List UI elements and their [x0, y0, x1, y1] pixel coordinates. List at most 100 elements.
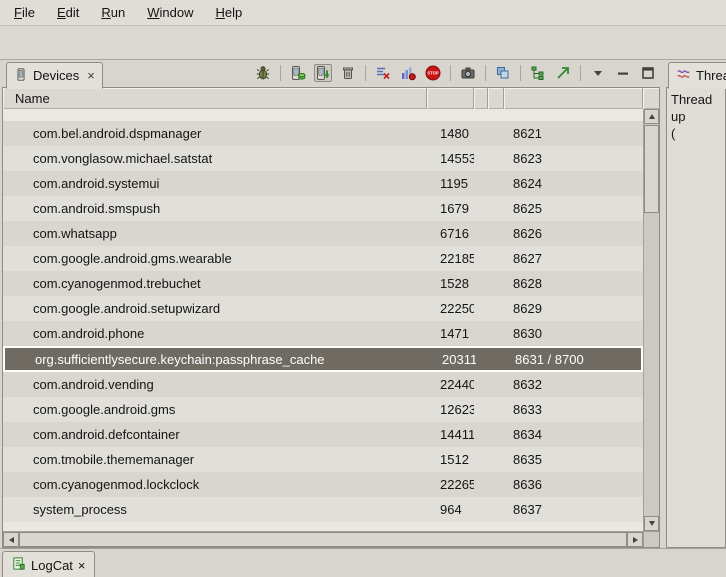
horizontal-scroll-thumb[interactable] [19, 532, 627, 547]
process-pid: 1195 [427, 176, 474, 191]
start-method-profiling-icon[interactable] [399, 64, 417, 82]
horizontal-scrollbar[interactable] [3, 531, 659, 547]
process-row[interactable]: system_process 964 8637 [3, 497, 643, 522]
process-port: 8630 [504, 326, 643, 341]
bottom-tab-bar: LogCat × [0, 548, 726, 577]
right-arrow-icon [633, 537, 638, 543]
process-name: com.cyanogenmod.lockclock [3, 477, 427, 492]
toolbar-separator [520, 65, 521, 81]
tab-threads-label: Threads [696, 68, 726, 83]
process-row[interactable]: com.android.smspush 1679 8625 [3, 196, 643, 221]
process-name: com.bel.android.dspmanager [3, 126, 427, 141]
vertical-scrollbar[interactable] [643, 109, 659, 531]
process-row[interactable]: com.google.android.gms.wearable 22185 86… [3, 246, 643, 271]
vertical-scroll-thumb[interactable] [644, 125, 659, 213]
process-row[interactable]: com.android.systemui 1195 8624 [3, 171, 643, 196]
menu-item[interactable]: Help [204, 1, 253, 24]
menu-item[interactable]: File [3, 1, 46, 24]
process-name: org.sufficientlysecure.keychain:passphra… [5, 352, 429, 367]
process-pid: 14411 [427, 427, 474, 442]
ddms-window: File Edit Run Window Help Devices × [0, 0, 726, 577]
process-name: com.cyanogenmod.trebuchet [3, 276, 427, 291]
scroll-right-button[interactable] [627, 532, 643, 547]
process-port: 8624 [504, 176, 643, 191]
logcat-icon [11, 556, 26, 574]
process-row[interactable]: com.cyanogenmod.lockclock 22265 8636 [3, 472, 643, 497]
process-pid: 12623 [427, 402, 474, 417]
minimize-icon[interactable] [614, 64, 632, 82]
toolbar-separator [580, 65, 581, 81]
process-pid: 1480 [427, 126, 474, 141]
view-menu-icon[interactable] [589, 64, 607, 82]
scroll-up-button[interactable] [644, 109, 659, 124]
stop-process-icon[interactable]: STOP [424, 64, 442, 82]
tab-devices[interactable]: Devices × [6, 62, 103, 89]
process-port: 8636 [504, 477, 643, 492]
debug-process-icon[interactable] [254, 64, 272, 82]
process-row[interactable]: com.android.phone 1471 8630 [3, 321, 643, 346]
process-name: com.google.android.gms.wearable [3, 251, 427, 266]
process-row[interactable]: org.sufficientlysecure.keychain:passphra… [3, 346, 643, 372]
tab-logcat[interactable]: LogCat × [2, 551, 95, 577]
devices-toolbar: STOP [254, 64, 657, 82]
process-row[interactable]: com.tmobile.thememanager 1512 8635 [3, 447, 643, 472]
update-heap-icon[interactable] [289, 64, 307, 82]
toolbar-separator [280, 65, 281, 81]
process-row[interactable]: com.google.android.gms 12623 8633 [3, 397, 643, 422]
toolbar-separator [485, 65, 486, 81]
process-pid: 22265 [427, 477, 474, 492]
process-port: 8631 / 8700 [506, 352, 641, 367]
column-header-threads[interactable] [488, 88, 504, 109]
process-pid: 22440 [427, 377, 474, 392]
threads-message-line2: ( [671, 125, 721, 142]
process-name: com.android.systemui [3, 176, 427, 191]
column-header-heap[interactable] [474, 88, 488, 109]
column-header-pid[interactable] [427, 88, 474, 109]
process-pid: 1471 [427, 326, 474, 341]
screen-capture-icon[interactable] [459, 64, 477, 82]
horizontal-scroll-track[interactable] [19, 532, 627, 547]
process-port: 8623 [504, 151, 643, 166]
update-threads-icon[interactable] [374, 64, 392, 82]
process-pid: 1528 [427, 276, 474, 291]
devices-view: Devices × STOP [2, 60, 660, 548]
process-name: com.whatsapp [3, 226, 427, 241]
scroll-left-button[interactable] [3, 532, 19, 547]
process-row[interactable]: com.android.defcontainer 14411 8634 [3, 422, 643, 447]
table-body-wrap: com.bel.android.dspmanager 1480 8621 com… [3, 109, 659, 531]
cause-gc-icon[interactable] [339, 64, 357, 82]
close-icon[interactable]: × [78, 558, 86, 573]
process-row[interactable]: com.cyanogenmod.trebuchet 1528 8628 [3, 271, 643, 296]
process-row[interactable]: com.android.vending 22440 8632 [3, 372, 643, 397]
process-pid: 6716 [427, 226, 474, 241]
device-icon [14, 67, 28, 85]
dump-hprof-icon[interactable] [314, 64, 332, 82]
column-header-port[interactable] [504, 88, 643, 109]
process-port: 8633 [504, 402, 643, 417]
process-pid: 22185 [427, 251, 474, 266]
column-header-name[interactable]: Name [3, 88, 427, 109]
process-row[interactable]: com.bel.android.dspmanager 1480 8621 [3, 121, 643, 146]
process-pid: 1679 [427, 201, 474, 216]
stop-label: STOP [427, 71, 439, 76]
close-icon[interactable]: × [87, 69, 95, 82]
menu-item[interactable]: Window [136, 1, 204, 24]
process-name: com.tmobile.thememanager [3, 452, 427, 467]
threads-view: Threads × Thread up ( [666, 60, 726, 548]
process-port: 8629 [504, 301, 643, 316]
maximize-icon[interactable] [639, 64, 657, 82]
vertical-scroll-track[interactable] [644, 124, 659, 516]
diagonal-arrow-icon[interactable] [554, 64, 572, 82]
view-hierarchy-icon[interactable] [494, 64, 512, 82]
devices-tabbar: Devices × STOP [2, 60, 660, 88]
process-name: com.android.vending [3, 377, 427, 392]
menu-item[interactable]: Run [90, 1, 136, 24]
process-row[interactable]: com.vonglasow.michael.satstat 14553 8623 [3, 146, 643, 171]
process-row[interactable]: com.whatsapp 6716 8626 [3, 221, 643, 246]
tab-threads[interactable]: Threads × [668, 62, 726, 89]
tree-view-icon[interactable] [529, 64, 547, 82]
process-row[interactable]: com.google.android.setupwizard 22250 862… [3, 296, 643, 321]
process-name: com.google.android.setupwizard [3, 301, 427, 316]
scroll-down-button[interactable] [644, 516, 659, 531]
menu-item[interactable]: Edit [46, 1, 90, 24]
